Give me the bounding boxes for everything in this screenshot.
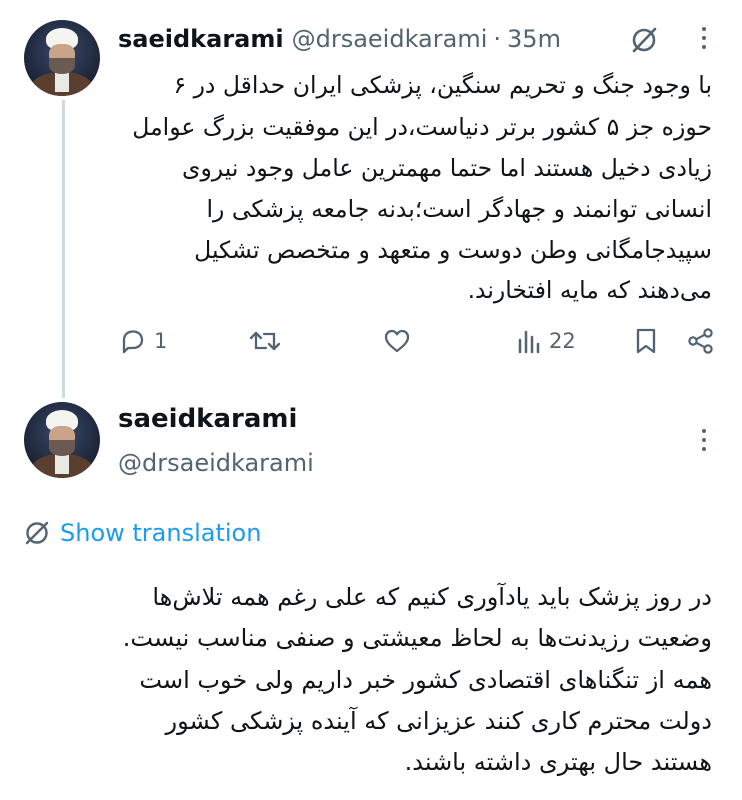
more-options-icon[interactable]	[700, 426, 708, 454]
separator-dot: ·	[493, 25, 502, 53]
retweet-button[interactable]	[248, 326, 282, 356]
grok-icon[interactable]	[628, 24, 660, 56]
more-options-icon[interactable]	[700, 24, 708, 52]
like-button[interactable]	[382, 326, 412, 356]
author-handle[interactable]: @drsaeidkarami	[118, 449, 314, 477]
retweet-icon	[249, 331, 281, 351]
like-icon	[384, 329, 410, 353]
reply-icon	[122, 330, 144, 354]
author-handle[interactable]: @drsaeidkarami	[292, 25, 488, 53]
tweet-timestamp[interactable]: 35m	[507, 25, 561, 53]
tweet-text-line: حوزه جز ۵ کشور برتر دنیاست،در این موفقیت…	[132, 113, 712, 141]
bookmark-button[interactable]	[632, 326, 660, 356]
show-translation-link[interactable]: Show translation	[22, 518, 261, 548]
tweet-text-line: وضعیت رزیدنت‌ها به لحاظ معیشتی و صنفی من…	[122, 624, 712, 652]
author-name[interactable]: saeidkarami	[118, 404, 297, 434]
views-icon	[518, 330, 540, 354]
translate-icon	[25, 521, 49, 545]
tweet-text-line: هستند حال بهتری داشته باشند.	[404, 748, 712, 776]
tweet-text-line: دولت محترم کاری کنند عزیزانی که آینده پز…	[165, 707, 712, 735]
tweet-text-line: سپیدجامگانی وطن دوست و متعهد و متخصص تشک…	[194, 236, 712, 264]
tweet-text-line: همه از تنگناهای اقتصادی کشور خبر داریم و…	[139, 666, 712, 694]
views-button[interactable]: 22	[515, 326, 576, 356]
tweet-text-line: با وجود جنگ و تحریم سنگین، پزشکی ایران ح…	[173, 71, 712, 99]
author-name[interactable]: saeidkarami	[118, 25, 284, 53]
tweet-text-line: انسانی توانمند و جهادگر است؛بدنه جامعه پ…	[206, 195, 713, 223]
reply-button[interactable]: 1	[118, 326, 167, 356]
tweet-text-line: می‌دهند که مایه افتخارند.	[467, 276, 712, 304]
tweet-actions: 1 22	[0, 326, 742, 360]
reply-count: 1	[154, 329, 168, 353]
views-count: 22	[549, 329, 576, 353]
tweet-text-line: در روز پزشک باید یادآوری کنیم که علی رغم…	[152, 583, 712, 611]
tweet-text-line: زیادی دخیل هستند اما حتما مهمترین عامل و…	[182, 154, 712, 182]
show-translation-label: Show translation	[60, 519, 262, 547]
share-button[interactable]	[686, 326, 716, 356]
avatar[interactable]	[24, 402, 100, 478]
tweet-header: saeidkarami @drsaeidkarami · 35m	[118, 24, 561, 54]
share-icon	[688, 328, 713, 354]
avatar[interactable]	[24, 20, 100, 96]
bookmark-icon	[636, 328, 656, 354]
